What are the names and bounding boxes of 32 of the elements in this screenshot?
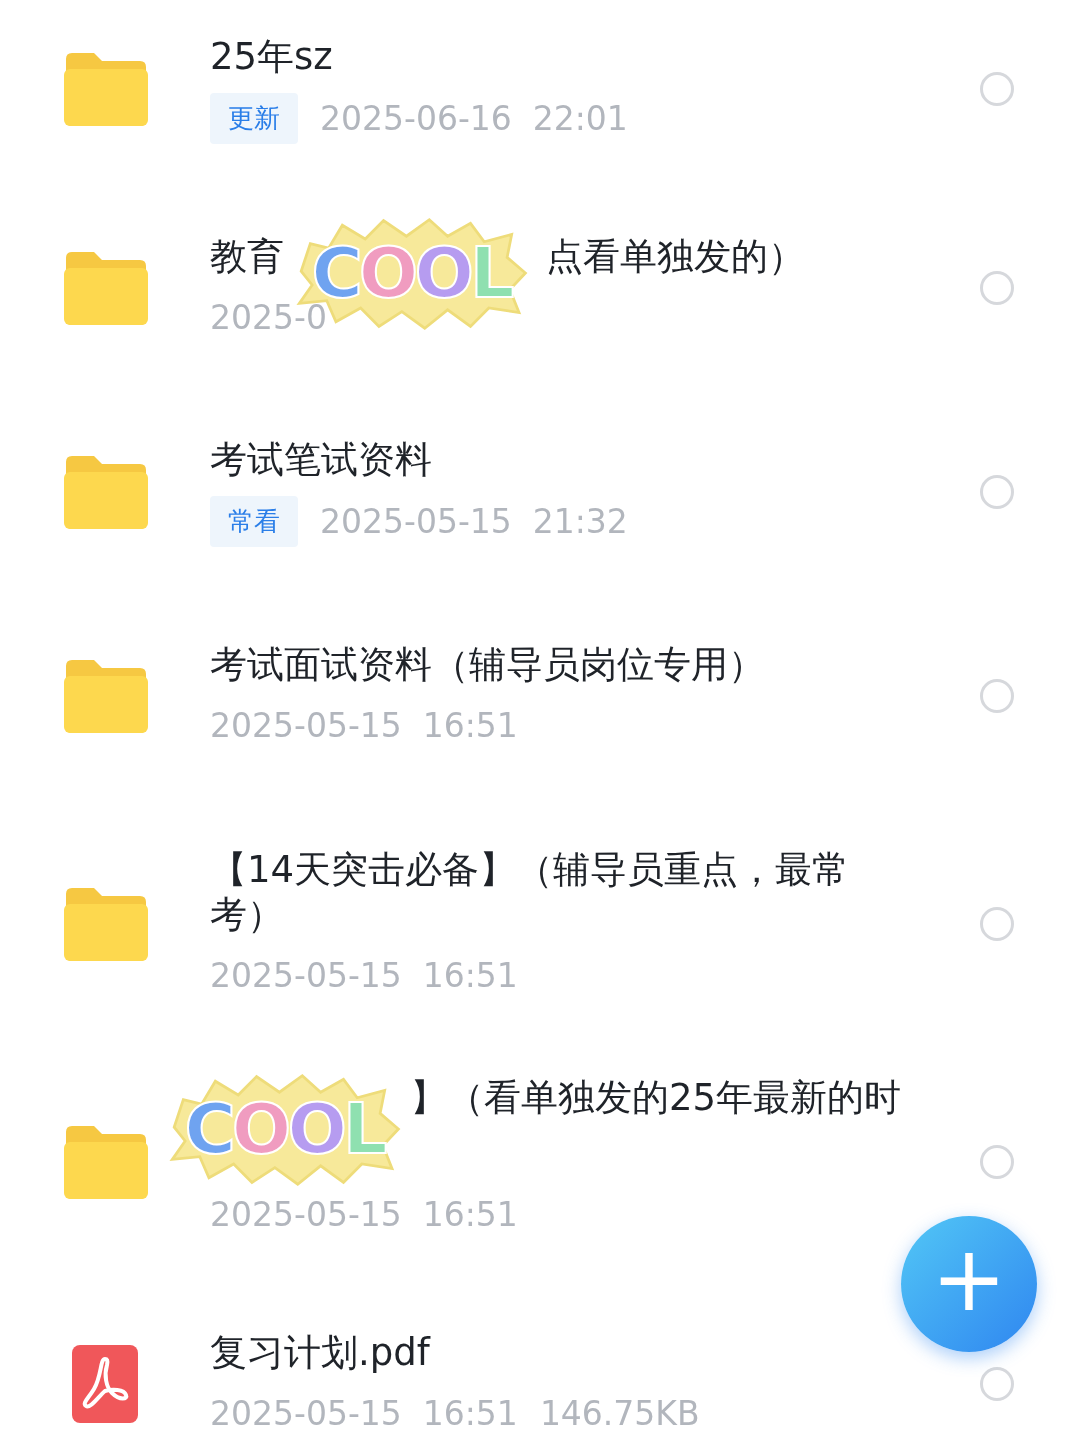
file-name: 】（看单独发的25年最新的时 [410, 1075, 902, 1119]
file-name: 考试面试资料（辅导员岗位专用） [210, 642, 765, 686]
file-size: 146.75KB [539, 1392, 700, 1435]
modified-date: 2025-05-15 16:51 [210, 1392, 518, 1435]
file-tag: 常看 [210, 496, 298, 548]
folder-icon [62, 51, 148, 127]
folder-icon [62, 454, 148, 530]
modified-date: 2025-05-15 21:32 [320, 500, 628, 543]
file-name: 教育 [210, 234, 284, 278]
file-tag: 更新 [210, 93, 298, 145]
pdf-icon [72, 1345, 138, 1423]
folder-icon [62, 886, 148, 962]
folder-icon [62, 1124, 148, 1200]
modified-date: 2025-06-16 22:01 [320, 97, 628, 140]
add-button[interactable]: + [901, 1216, 1037, 1352]
modified-date: 2025-05-15 16:51 [210, 1193, 518, 1236]
file-name: 考试笔试资料 [210, 437, 432, 481]
select-radio[interactable] [980, 679, 1014, 713]
select-radio[interactable] [980, 1145, 1014, 1179]
select-radio[interactable] [980, 271, 1014, 305]
modified-date: 2025-05-15 16:51 [210, 704, 518, 747]
select-radio[interactable] [980, 72, 1014, 106]
modified-date: 2025-05-15 16:51 [210, 955, 518, 998]
select-radio[interactable] [980, 475, 1014, 509]
file-name: 复习计划.pdf [210, 1330, 430, 1374]
file-name: 25年sz [210, 34, 333, 78]
file-name: 点看单独发的） [546, 234, 805, 278]
file-name: 【14天突击必备】（辅导员重点，最常考） [210, 848, 850, 937]
folder-icon [62, 250, 148, 326]
select-radio[interactable] [980, 1367, 1014, 1401]
select-radio[interactable] [980, 907, 1014, 941]
folder-icon [62, 658, 148, 734]
